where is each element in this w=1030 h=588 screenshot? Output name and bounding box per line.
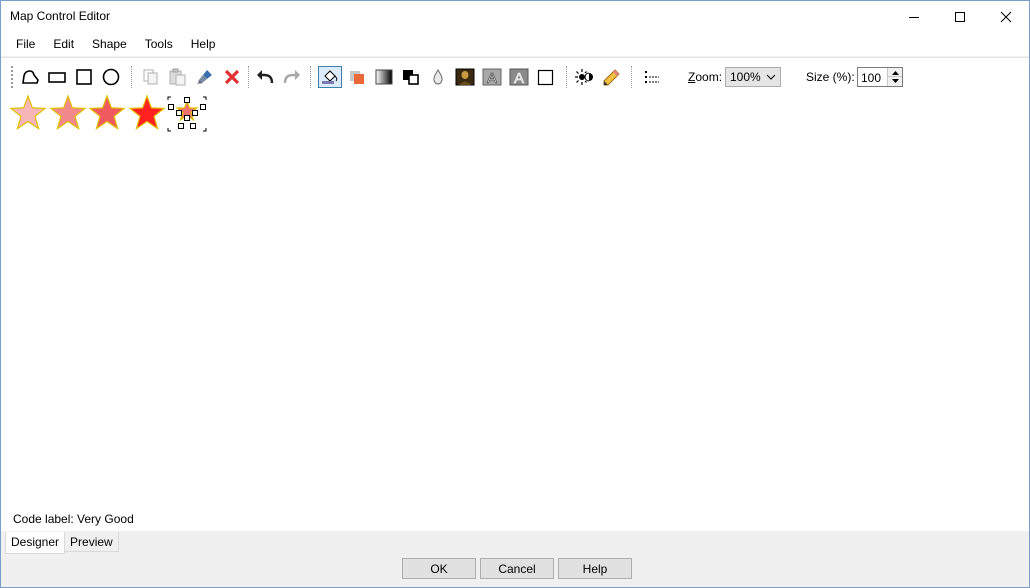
size-label: Size (%): — [806, 70, 855, 84]
bring-to-front-icon — [403, 70, 419, 85]
code-label: Code label: Very Good — [13, 512, 134, 526]
text-format-button[interactable]: A — [507, 66, 531, 88]
square-icon — [76, 69, 92, 85]
delete-x-icon — [224, 69, 240, 85]
minimize-button[interactable] — [891, 1, 937, 32]
map-control-editor-window: Map Control Editor File Edit Shape Tools… — [0, 0, 1030, 588]
delete-button[interactable] — [220, 66, 244, 88]
close-button[interactable] — [983, 1, 1029, 32]
rectangle-tool-button[interactable] — [45, 66, 69, 88]
selected-star-shape[interactable] — [167, 96, 207, 132]
svg-text:A: A — [514, 70, 524, 86]
square-tool-button[interactable] — [72, 66, 96, 88]
empty-square-icon — [537, 69, 554, 86]
redo-icon — [283, 70, 300, 84]
zoom-value: 100% — [730, 70, 761, 84]
arrange-button[interactable] — [399, 66, 423, 88]
close-icon — [1000, 11, 1012, 22]
ellipse-tool-button[interactable] — [99, 66, 123, 88]
star-shape[interactable] — [9, 94, 47, 132]
toolbar-separator — [631, 66, 632, 88]
brightness-button[interactable] — [572, 66, 596, 88]
text-a-icon: A — [482, 68, 502, 86]
menu-shape[interactable]: Shape — [83, 34, 136, 54]
gradient-button[interactable] — [372, 66, 396, 88]
polygon-icon — [22, 70, 39, 84]
gradient-icon — [375, 69, 393, 85]
brush-icon — [197, 70, 212, 84]
edit-points-button[interactable] — [599, 66, 623, 88]
chevron-up-icon — [891, 70, 899, 75]
undo-button[interactable] — [253, 66, 277, 88]
text-style-button[interactable]: A — [480, 66, 504, 88]
menu-edit[interactable]: Edit — [44, 34, 83, 54]
ok-button[interactable]: OK — [402, 558, 476, 579]
pencil-icon — [603, 69, 620, 86]
paste-icon — [169, 68, 186, 86]
paint-bucket-icon — [322, 70, 338, 84]
minimize-icon — [909, 16, 919, 18]
toolbar: A A Zoom: 100% Size (%): — [1, 57, 1029, 93]
format-painter-button[interactable] — [193, 66, 217, 88]
image-fill-button[interactable] — [453, 66, 477, 88]
zoom-label: Zoom: — [688, 70, 723, 84]
toolbar-separator — [248, 66, 249, 88]
legend-button[interactable] — [640, 66, 664, 88]
circle-icon — [102, 68, 120, 86]
maximize-button[interactable] — [937, 1, 983, 32]
tab-preview[interactable]: Preview — [64, 532, 119, 552]
redo-button[interactable] — [280, 66, 304, 88]
text-a-outline-icon: A — [509, 68, 529, 86]
title-bar: Map Control Editor — [1, 1, 1029, 32]
menu-file[interactable]: File — [7, 34, 44, 54]
size-decrement-button[interactable] — [887, 77, 902, 86]
chevron-down-icon — [766, 74, 776, 80]
toolbar-grip[interactable] — [11, 66, 14, 88]
designer-canvas[interactable]: Code label: Very Good — [1, 93, 1029, 531]
copy-icon — [143, 69, 158, 85]
list-icon — [645, 71, 659, 83]
star-shape[interactable] — [88, 94, 126, 132]
copy-button[interactable] — [139, 66, 163, 88]
maximize-icon — [955, 11, 965, 22]
tab-designer[interactable]: Designer — [5, 532, 66, 554]
chevron-down-icon — [891, 79, 899, 83]
cancel-button[interactable]: Cancel — [480, 558, 554, 579]
menu-tools[interactable]: Tools — [136, 34, 182, 54]
polygon-tool-button[interactable] — [18, 66, 42, 88]
menu-help[interactable]: Help — [182, 34, 225, 54]
window-title: Map Control Editor — [10, 9, 111, 23]
paste-button[interactable] — [166, 66, 190, 88]
toolbar-separator — [310, 66, 311, 88]
svg-text:A: A — [487, 70, 497, 86]
size-increment-button[interactable] — [887, 68, 902, 77]
rectangle-icon — [48, 72, 66, 83]
drop-icon — [433, 69, 443, 85]
star-shape[interactable] — [128, 94, 166, 132]
help-button[interactable]: Help — [558, 558, 632, 579]
border-button[interactable] — [534, 66, 558, 88]
shape-color-icon — [350, 71, 364, 84]
zoom-dropdown[interactable]: 100% — [725, 67, 781, 87]
size-spinner — [857, 67, 903, 87]
transparency-button[interactable] — [426, 66, 450, 88]
toolbar-separator — [131, 66, 132, 88]
size-input[interactable] — [858, 68, 888, 86]
picture-icon — [455, 68, 475, 86]
toolbar-separator — [566, 66, 567, 88]
undo-icon — [257, 70, 274, 84]
line-color-button[interactable] — [345, 66, 369, 88]
star-shape[interactable] — [49, 94, 87, 132]
fill-color-button[interactable] — [318, 66, 342, 88]
menu-bar: File Edit Shape Tools Help — [1, 32, 1029, 56]
brightness-icon — [575, 69, 593, 85]
view-tabs: Designer Preview — [5, 532, 119, 554]
